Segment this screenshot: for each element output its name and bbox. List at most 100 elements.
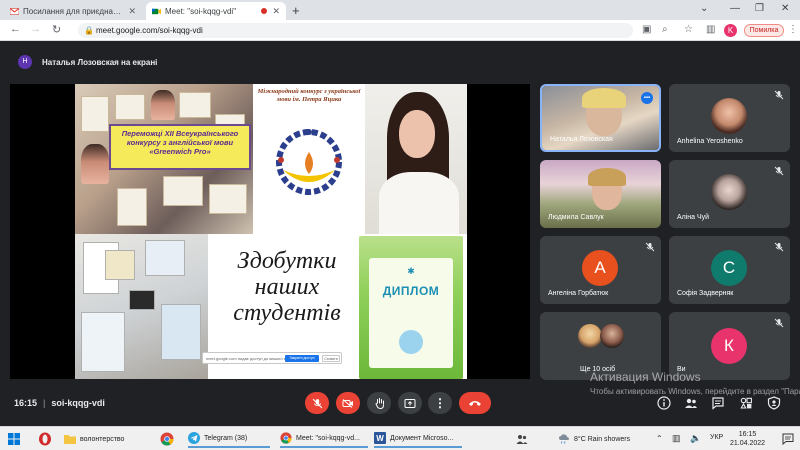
chevron-down-icon[interactable]: ⌄: [700, 3, 708, 14]
url-text: meet.google.com/soi-kqqg-vdi: [96, 26, 203, 35]
present-screen-button[interactable]: [398, 392, 422, 414]
certificate-image: [179, 92, 211, 118]
chevron-up-icon[interactable]: ⌃: [656, 434, 663, 443]
certificate-image: [209, 184, 247, 214]
participant-tile[interactable]: ▪▪▪ Наталья Лозовская: [540, 84, 661, 152]
present-icon: [404, 398, 416, 408]
zoom-icon[interactable]: ⌕: [662, 24, 668, 35]
bookmark-star-icon[interactable]: ☆: [684, 24, 693, 35]
more-options-button[interactable]: ⋮: [428, 392, 452, 414]
raise-hand-button[interactable]: [367, 392, 391, 414]
info-icon[interactable]: [657, 396, 671, 410]
kebab-menu-icon[interactable]: ⋮: [788, 24, 798, 35]
network-icon[interactable]: ▥: [672, 433, 681, 444]
participant-avatar-photo: [578, 324, 602, 348]
meet-icon: [152, 8, 161, 14]
portrait-face: [399, 110, 435, 158]
competition-emblem-icon: [276, 129, 342, 195]
profile-avatar[interactable]: K: [724, 24, 737, 37]
windows-activation-title: Активация Windows: [590, 370, 701, 384]
mic-off-icon: [774, 242, 784, 252]
tab-title: Посилання для приєднання до...: [23, 6, 124, 16]
participant-name: Софія Задверняк: [677, 290, 734, 297]
reload-icon[interactable]: ↻: [52, 23, 61, 36]
close-window-icon[interactable]: ✕: [781, 3, 789, 14]
chrome-icon[interactable]: [160, 432, 174, 446]
taskbar-meet-window[interactable]: Meet: "soi-kqqg-vd...: [280, 430, 368, 448]
taskbar-weather[interactable]: 8°C Rain showers: [558, 430, 630, 448]
chat-icon[interactable]: [711, 396, 725, 410]
leave-call-button[interactable]: [459, 392, 491, 414]
svg-text:W: W: [376, 434, 384, 443]
book-image: [145, 240, 185, 276]
error-button[interactable]: Помилка: [744, 24, 784, 37]
camera-icon[interactable]: ▣: [642, 24, 651, 35]
camera-off-icon: [342, 398, 353, 408]
activities-icon[interactable]: [739, 396, 753, 410]
diploma-image: ✱ ДИПЛОМ: [359, 236, 463, 379]
diploma-medal: [399, 330, 423, 354]
participant-name: Аліна Чуй: [677, 214, 710, 221]
participant-tile[interactable]: Anhelina Yeroshenko: [669, 84, 790, 152]
new-tab-icon[interactable]: +: [292, 3, 300, 18]
certificate-image: [117, 188, 147, 226]
toggle-camera-button[interactable]: [336, 392, 360, 414]
host-controls-icon[interactable]: [767, 396, 781, 410]
presenter-banner-text: Наталья Лозовская на екрані: [42, 57, 158, 67]
clock-time: 16:15: [738, 431, 757, 438]
presenter-banner: Н Наталья Лозовская на екрані: [10, 52, 790, 72]
hand-icon: [374, 398, 384, 409]
participant-name: Anhelina Yeroshenko: [677, 138, 743, 145]
competition-title: Міжнародний конкурс з української мови і…: [257, 88, 361, 103]
participant-tile[interactable]: Людмила Савлук: [540, 160, 661, 228]
browser-tab-meet[interactable]: Meet: "soi-kqqg-vdi" ✕: [146, 2, 286, 20]
close-tab-icon[interactable]: ✕: [128, 6, 136, 17]
address-bar-row: ← → ↻ 🔒 meet.google.com/soi-kqqg-vdi ▣ ⌕…: [0, 20, 800, 41]
back-icon[interactable]: ←: [10, 23, 21, 35]
meeting-time: 16:15: [14, 398, 38, 408]
stop-sharing-button[interactable]: Закрити доступ: [285, 355, 319, 362]
book-image: [161, 304, 201, 360]
word-icon: W: [374, 432, 386, 444]
participant-tile[interactable]: А Ангеліна Горбатюк: [540, 236, 661, 304]
minimize-icon[interactable]: —: [730, 3, 740, 14]
close-tab-icon[interactable]: ✕: [272, 6, 280, 17]
browser-tab-gmail[interactable]: Посилання для приєднання до... ✕: [4, 2, 142, 20]
windows-start-icon[interactable]: [8, 433, 20, 445]
portrait-body: [379, 172, 459, 234]
taskbar-label: Telegram (38): [204, 434, 248, 442]
chrome-icon: [280, 432, 292, 444]
participant-tile[interactable]: С Софія Задверняк: [669, 236, 790, 304]
student-photo: [81, 144, 109, 184]
book-image: [105, 250, 135, 280]
hide-notice-button[interactable]: Сховати: [322, 355, 340, 362]
competition-block: Міжнародний конкурс з української мови і…: [253, 84, 365, 234]
kebab-menu-icon: ⋮: [434, 396, 446, 410]
restore-icon[interactable]: ❐: [755, 3, 764, 14]
people-icon[interactable]: [516, 433, 528, 445]
participant-tile[interactable]: Аліна Чуй: [669, 160, 790, 228]
people-icon[interactable]: [684, 396, 698, 410]
presentation-slide: Переможці XII Всеукраїнського конкурсу з…: [75, 84, 467, 379]
toggle-mic-button[interactable]: [305, 392, 329, 414]
opera-icon[interactable]: [38, 432, 52, 446]
system-clock[interactable]: 16:15 21.04.2022: [730, 430, 765, 448]
diploma-sheet: ✱ ДИПЛОМ: [369, 258, 453, 368]
language-indicator[interactable]: УКР: [710, 434, 723, 441]
rain-cloud-icon: [559, 434, 569, 444]
notification-icon[interactable]: [782, 433, 794, 445]
recording-icon: [261, 8, 268, 14]
taskbar-label: волонтерство: [80, 435, 125, 443]
presenter-avatar: Н: [18, 55, 32, 69]
forward-icon[interactable]: →: [30, 23, 41, 35]
taskbar-telegram[interactable]: Telegram (38): [188, 430, 270, 448]
speaker-icon[interactable]: 🔈: [690, 433, 701, 444]
taskbar-word[interactable]: W Документ Microso...: [374, 430, 462, 448]
taskbar-folder[interactable]: волонтерство: [64, 430, 124, 448]
participant-name: Людмила Савлук: [548, 214, 604, 221]
url-field[interactable]: 🔒 meet.google.com/soi-kqqg-vdi: [78, 23, 633, 38]
side-panel-icon[interactable]: ▥: [706, 24, 715, 35]
meeting-code: soi-kqqg-vdi: [51, 398, 105, 408]
participant-name: Наталья Лозовская: [550, 136, 613, 143]
participant-name: Ангеліна Горбатюк: [548, 290, 609, 297]
